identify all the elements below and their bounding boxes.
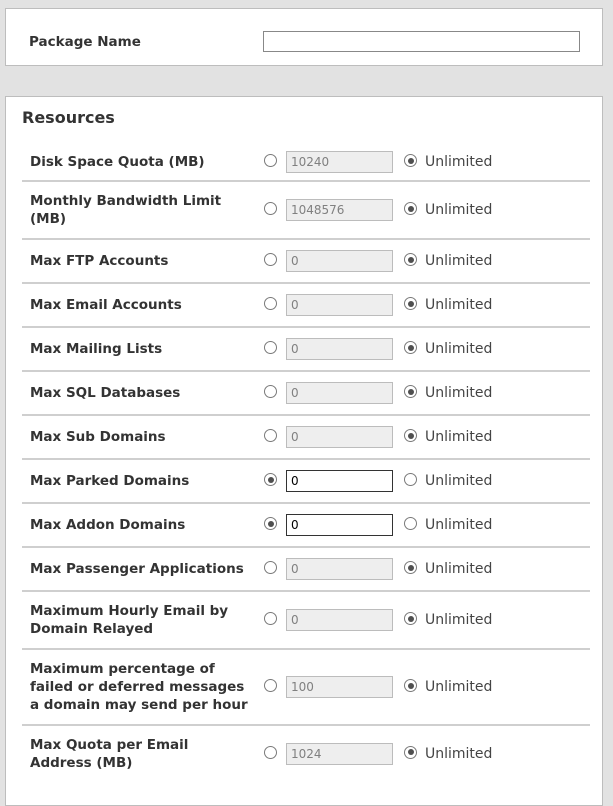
- unlimited-radio[interactable]: [404, 297, 417, 310]
- resources-title: Resources: [22, 108, 115, 127]
- limit-value-input[interactable]: [286, 742, 393, 765]
- limit-radio[interactable]: [264, 253, 277, 266]
- resource-row-max-ftp-accounts: Max FTP Accounts Unlimited: [22, 240, 590, 284]
- unlimited-radio[interactable]: [404, 385, 417, 398]
- resource-label: Disk Space Quota (MB): [30, 154, 205, 170]
- resource-row-max-addon-domains: Max Addon Domains Unlimited: [22, 504, 590, 548]
- resource-row-max-sql-databases: Max SQL Databases Unlimited: [22, 372, 590, 416]
- unlimited-label: Unlimited: [425, 341, 493, 357]
- limit-radio[interactable]: [264, 517, 277, 530]
- resource-row-max-failed-deferred-percentage: Maximum percentage of failed or deferred…: [22, 650, 590, 726]
- unlimited-label: Unlimited: [425, 385, 493, 401]
- unlimited-radio[interactable]: [404, 341, 417, 354]
- limit-value-input[interactable]: [286, 294, 393, 316]
- resource-row-max-parked-domains: Max Parked Domains Unlimited: [22, 460, 590, 504]
- unlimited-radio[interactable]: [404, 154, 417, 167]
- resource-label: Max Mailing Lists: [30, 341, 163, 357]
- limit-value-input[interactable]: [286, 199, 393, 221]
- limit-radio[interactable]: [264, 297, 277, 310]
- limit-value-input[interactable]: [286, 609, 393, 631]
- limit-radio[interactable]: [264, 679, 277, 692]
- resources-list: Disk Space Quota (MB) Unlimited Monthly …: [22, 144, 590, 781]
- unlimited-radio[interactable]: [404, 679, 417, 692]
- resource-label: Max Email Accounts: [30, 297, 182, 313]
- resources-panel: Resources Disk Space Quota (MB) Unlimite…: [5, 96, 603, 806]
- unlimited-label: Unlimited: [425, 202, 493, 218]
- limit-radio[interactable]: [264, 341, 277, 354]
- limit-value-input[interactable]: [286, 676, 393, 698]
- limit-radio[interactable]: [264, 745, 277, 759]
- resource-row-max-sub-domains: Max Sub Domains Unlimited: [22, 416, 590, 460]
- resource-label: Monthly Bandwidth Limit (MB): [30, 193, 222, 227]
- limit-value-input[interactable]: [286, 338, 393, 360]
- resource-row-disk-space-quota: Disk Space Quota (MB) Unlimited: [22, 144, 590, 182]
- unlimited-radio[interactable]: [404, 253, 417, 266]
- package-name-label: Package Name: [29, 34, 141, 50]
- resource-row-max-quota-per-email: Max Quota per Email Address (MB) Unlimit…: [22, 726, 590, 781]
- unlimited-radio[interactable]: [404, 561, 417, 574]
- unlimited-label: Unlimited: [425, 745, 493, 762]
- resource-row-max-mailing-lists: Max Mailing Lists Unlimited: [22, 328, 590, 372]
- resource-row-max-passenger-applications: Max Passenger Applications Unlimited: [22, 548, 590, 592]
- unlimited-label: Unlimited: [425, 429, 493, 445]
- unlimited-label: Unlimited: [425, 561, 493, 577]
- unlimited-label: Unlimited: [425, 253, 493, 269]
- resource-label: Max FTP Accounts: [30, 253, 169, 269]
- unlimited-label: Unlimited: [425, 517, 493, 533]
- resource-label: Maximum Hourly Email by Domain Relayed: [30, 603, 229, 637]
- limit-radio[interactable]: [264, 561, 277, 574]
- resource-label: Max SQL Databases: [30, 385, 181, 401]
- resource-row-max-hourly-email-relayed: Maximum Hourly Email by Domain Relayed U…: [22, 592, 590, 650]
- limit-value-input[interactable]: [286, 426, 393, 448]
- limit-radio[interactable]: [264, 612, 277, 625]
- limit-value-input[interactable]: [286, 151, 393, 173]
- unlimited-radio[interactable]: [404, 745, 417, 759]
- limit-radio[interactable]: [264, 154, 277, 167]
- resource-label: Max Addon Domains: [30, 517, 186, 533]
- unlimited-label: Unlimited: [425, 473, 493, 489]
- limit-value-input[interactable]: [286, 558, 393, 580]
- resource-label: Maximum percentage of failed or deferred…: [30, 661, 248, 713]
- unlimited-radio[interactable]: [404, 473, 417, 486]
- unlimited-label: Unlimited: [425, 154, 493, 170]
- unlimited-label: Unlimited: [425, 612, 493, 628]
- resource-row-max-email-accounts: Max Email Accounts Unlimited: [22, 284, 590, 328]
- unlimited-radio[interactable]: [404, 202, 417, 215]
- limit-radio[interactable]: [264, 473, 277, 486]
- unlimited-radio[interactable]: [404, 612, 417, 625]
- unlimited-label: Unlimited: [425, 297, 493, 313]
- unlimited-radio[interactable]: [404, 517, 417, 530]
- unlimited-label: Unlimited: [425, 679, 493, 695]
- limit-radio[interactable]: [264, 429, 277, 442]
- resource-label: Max Parked Domains: [30, 473, 190, 489]
- limit-value-input[interactable]: [286, 514, 393, 536]
- resource-label: Max Quota per Email Address (MB): [30, 736, 189, 771]
- limit-value-input[interactable]: [286, 250, 393, 272]
- limit-radio[interactable]: [264, 385, 277, 398]
- unlimited-radio[interactable]: [404, 429, 417, 442]
- package-name-panel: Package Name: [5, 8, 603, 66]
- resource-label: Max Passenger Applications: [30, 561, 244, 577]
- limit-radio[interactable]: [264, 202, 277, 215]
- package-name-input[interactable]: [263, 31, 580, 52]
- resource-row-monthly-bandwidth-limit: Monthly Bandwidth Limit (MB) Unlimited: [22, 182, 590, 240]
- resource-label: Max Sub Domains: [30, 429, 166, 445]
- limit-value-input[interactable]: [286, 382, 393, 404]
- limit-value-input[interactable]: [286, 470, 393, 492]
